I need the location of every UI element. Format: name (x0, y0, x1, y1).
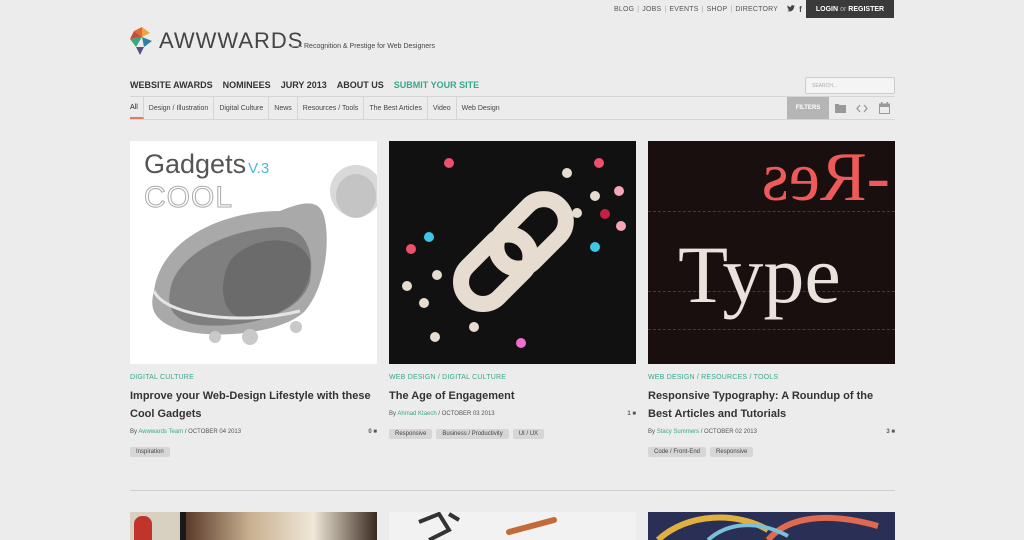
comment-count[interactable]: 3 ■ (886, 429, 895, 435)
by-label: By (648, 429, 656, 435)
tagline-text: Recognition & Prestige for Web Designers (304, 43, 435, 50)
by-label: By (389, 411, 397, 417)
article-card[interactable]: -Res Type WEB DESIGN / RESOURCES / TOOLS… (648, 141, 895, 457)
article-card[interactable]: WEB DESIGN / DIGITAL CULTURE The Age of … (389, 141, 636, 439)
article-date: / OCTOBER 04 2013 (184, 429, 242, 435)
search-input[interactable]: SEARCH... (805, 77, 895, 94)
tag-business-productivity[interactable]: Business / Productivity (436, 429, 509, 439)
nav-jury-2013[interactable]: JURY 2013 (281, 80, 327, 90)
article-title[interactable]: Improve your Web-Design Lifestyle with t… (130, 387, 377, 423)
section-divider (130, 490, 895, 491)
article-tags: Inspiration (130, 447, 377, 457)
comment-icon: ■ (373, 429, 377, 435)
article-author-link[interactable]: Awwwards Team (138, 429, 183, 435)
article-date: / OCTOBER 02 2013 (700, 429, 757, 435)
speaker-illustration (152, 165, 377, 345)
article-category[interactable]: WEB DESIGN / DIGITAL CULTURE (389, 374, 636, 381)
comment-count[interactable]: 0 ■ (368, 429, 377, 435)
article-card[interactable]: Gadgets V.3 COOL DIGITAL CULTURE Improve … (130, 141, 377, 457)
facebook-icon[interactable]: f (799, 5, 802, 14)
shop-link[interactable]: SHOP (704, 6, 731, 13)
logo-text: AWWWARDS (159, 28, 304, 53)
article-tags: Responsive Business / Productivity UI / … (389, 429, 636, 439)
category-design-illustration[interactable]: Design / Illustration (144, 97, 215, 119)
category-nav: All Design / Illustration Digital Cultur… (130, 96, 895, 120)
guide-line (648, 329, 895, 330)
nav-submit-your-site[interactable]: SUBMIT YOUR SITE (394, 80, 479, 90)
tag-responsive[interactable]: Responsive (710, 447, 754, 457)
chain-link-illustration (402, 158, 626, 348)
article-thumbnail-next-2[interactable] (389, 512, 636, 540)
comment-count[interactable]: 1 ■ (627, 411, 636, 417)
article-thumbnail-engagement[interactable] (389, 141, 636, 364)
category-best-articles[interactable]: The Best Articles (364, 97, 428, 119)
tag-inspiration[interactable]: Inspiration (130, 447, 170, 457)
thumb-type-text: Type (678, 229, 841, 320)
twitter-icon[interactable] (787, 4, 796, 14)
logo-mark-icon (130, 27, 154, 55)
main-nav: WEBSITE AWARDS NOMINEES JURY 2013 ABOUT … (130, 80, 479, 90)
article-thumbnail-next-1[interactable] (130, 512, 377, 540)
folder-icon[interactable] (833, 101, 847, 115)
article-author-link[interactable]: Stacy Summers (657, 429, 699, 435)
article-author-link[interactable]: Ahmad Ktaech (397, 411, 436, 417)
article-category[interactable]: WEB DESIGN / RESOURCES / TOOLS (648, 374, 895, 381)
category-all[interactable]: All (130, 97, 144, 119)
utility-nav: BLOG | JOBS | EVENTS | SHOP | DIRECTORY f (611, 0, 814, 18)
directory-link[interactable]: DIRECTORY (732, 6, 781, 13)
article-thumbnail-typography[interactable]: -Res Type (648, 141, 895, 364)
tag-code-front-end[interactable]: Code / Front-End (648, 447, 707, 457)
jobs-link[interactable]: JOBS (639, 6, 664, 13)
events-link[interactable]: EVENTS (666, 6, 701, 13)
nav-website-awards[interactable]: WEBSITE AWARDS (130, 80, 213, 90)
category-web-design[interactable]: Web Design (457, 97, 505, 119)
filters-button[interactable]: FILTERS (787, 97, 829, 119)
site-tagline: Recognition & Prestige for Web Designers (291, 43, 435, 50)
article-meta: By Stacy Summers / OCTOBER 02 2013 3 ■ (648, 429, 895, 441)
login-register-button[interactable]: LOGIN or REGISTER (806, 0, 894, 18)
category-digital-culture[interactable]: Digital Culture (214, 97, 270, 119)
site-logo[interactable]: AWWWARDS (130, 27, 303, 55)
nav-nominees[interactable]: NOMINEES (223, 80, 271, 90)
code-icon[interactable] (855, 101, 869, 115)
tag-responsive[interactable]: Responsive (389, 429, 433, 439)
nav-about-us[interactable]: ABOUT US (337, 80, 384, 90)
article-tags: Code / Front-End Responsive (648, 447, 895, 457)
or-label: or (840, 5, 847, 13)
article-meta: By Awwwards Team / OCTOBER 04 2013 0 ■ (130, 429, 377, 441)
blog-link[interactable]: BLOG (611, 6, 637, 13)
page: BLOG | JOBS | EVENTS | SHOP | DIRECTORY f LO… (0, 0, 1024, 540)
article-title[interactable]: Responsive Typography: A Roundup of the … (648, 387, 895, 423)
article-title[interactable]: The Age of Engagement (389, 387, 636, 405)
thumb-mirrored-text: -Res (761, 141, 890, 216)
category-resources-tools[interactable]: Resources / Tools (298, 97, 365, 119)
register-label: REGISTER (848, 5, 885, 13)
category-news[interactable]: News (269, 97, 298, 119)
comment-icon: ■ (891, 429, 895, 435)
article-meta: By Ahmad Ktaech / OCTOBER 03 2013 1 ■ (389, 411, 636, 423)
tag-ui-ux[interactable]: UI / UX (512, 429, 545, 439)
category-video[interactable]: Video (428, 97, 457, 119)
article-thumbnail-gadgets[interactable]: Gadgets V.3 COOL (130, 141, 377, 364)
article-category[interactable]: DIGITAL CULTURE (130, 374, 377, 381)
calendar-icon[interactable] (877, 101, 891, 115)
by-label: By (130, 429, 138, 435)
login-label: LOGIN (815, 5, 839, 13)
article-date: / OCTOBER 03 2013 (438, 411, 495, 417)
article-thumbnail-next-3[interactable] (648, 512, 895, 540)
comment-icon: ■ (632, 411, 636, 417)
